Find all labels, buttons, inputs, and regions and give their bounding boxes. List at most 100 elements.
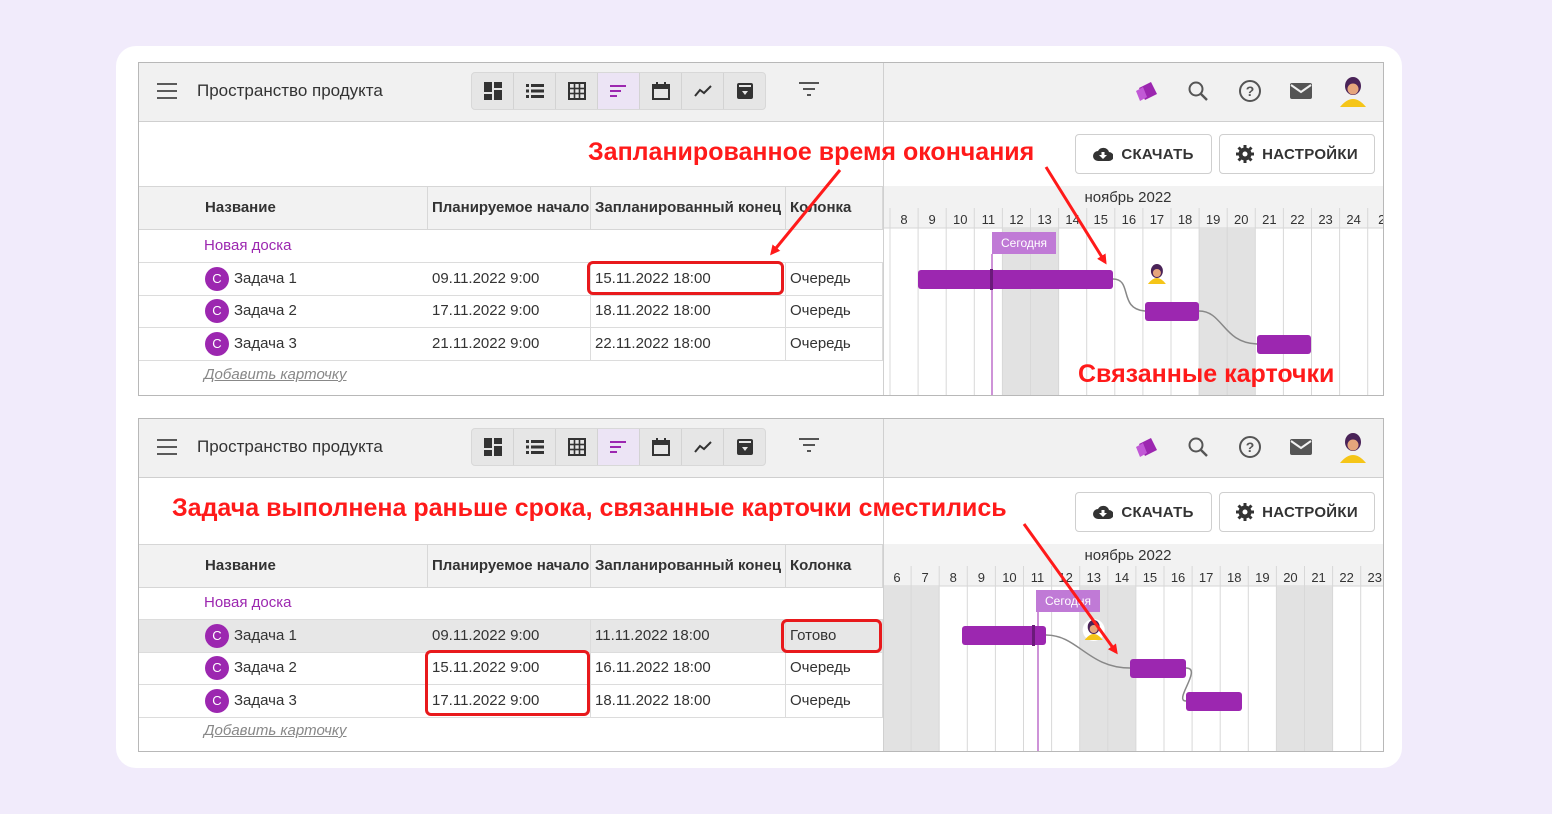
weekend-column [911,586,940,751]
assignee-avatar: С [205,299,229,323]
task-end[interactable]: 18.11.2022 18:00 [591,685,786,717]
task-column[interactable]: Очередь [786,295,883,327]
dashboard-view-icon[interactable] [472,429,514,465]
gantt-view-icon[interactable] [598,73,640,109]
day-tick-label: 20 [1283,570,1297,585]
day-tick-label: 14 [1115,570,1129,585]
group-label[interactable]: Новая доска [204,237,291,254]
assignee-avatar: С [205,267,229,291]
col-header-column[interactable]: Колонка [786,187,883,229]
day-tick-label: 18 [1227,570,1241,585]
task-name[interactable]: Задача 1 [234,620,297,652]
table-row[interactable]: С Задача 1 09.11.2022 9:00 11.11.2022 18… [139,619,883,653]
task-start[interactable]: 17.11.2022 9:00 [428,295,591,327]
gantt-chart: ноябрь 2022 8 9 10 11 12 13 14 15 16 17 18 19 20 21 22 2… [883,63,1383,395]
archive-view-icon[interactable] [724,73,765,109]
day-tick-label: 16 [1171,570,1185,585]
gantt-timeline: ноябрь 20228 9 10 11 12 13 14 15 16 17 18 19 20 21 22 2… [883,63,1383,395]
archive-view-icon[interactable] [724,429,765,465]
task-end[interactable]: 16.11.2022 18:00 [591,652,786,684]
month-label: ноябрь 2022 [1084,547,1171,564]
task-name[interactable]: Задача 3 [234,685,297,717]
filter-icon[interactable] [799,81,819,102]
day-tick-label: 11 [982,212,996,227]
task-name[interactable]: Задача 2 [234,652,297,684]
dashboard-view-icon[interactable] [472,73,514,109]
task-start[interactable]: 09.11.2022 9:00 [428,263,591,295]
task-end[interactable]: 18.11.2022 18:00 [591,295,786,327]
col-header-name[interactable]: Название [201,187,428,229]
callout-completed-early: Задача выполнена раньше срока, связанные… [172,494,1007,522]
task-column[interactable]: Очередь [786,685,883,717]
day-tick-label: 8 [900,212,907,227]
task-start[interactable]: 21.11.2022 9:00 [428,328,591,360]
task-end[interactable]: 11.11.2022 18:00 [591,620,786,652]
col-header-column[interactable]: Колонка [786,545,883,587]
table-header: Название Планируемое начало Запланирован… [139,186,883,230]
chart-view-icon[interactable] [682,73,724,109]
col-header-start[interactable]: Планируемое начало [428,545,591,587]
task-bar [1186,692,1242,711]
highlight-end-date [587,261,784,295]
col-header-end[interactable]: Запланированный конец [591,187,786,229]
day-tick-label: 19 [1255,570,1269,585]
day-tick-label: 12 [1058,570,1072,585]
col-header-name[interactable]: Название [201,545,428,587]
day-tick-label: 13 [1037,212,1051,227]
assignee-avatar: С [205,656,229,680]
day-tick-label: 22 [1339,570,1353,585]
col-header-end[interactable]: Запланированный конец [591,545,786,587]
add-card-link[interactable]: Добавить карточку [204,722,347,739]
task-name[interactable]: Задача 1 [234,263,297,295]
list-view-icon[interactable] [514,73,556,109]
day-tick-label: 23 [1368,570,1382,585]
list-view-icon[interactable] [514,429,556,465]
day-tick-label: 23 [1318,212,1332,227]
today-label: Сегодня [1001,236,1047,250]
day-tick-label: 15 [1143,570,1157,585]
day-tick-label: 15 [1094,212,1108,227]
workspace-title: Пространство продукта [197,437,383,456]
gantt-timeline: ноябрь 2022 6 7 8 9 10 11 12 13 14 15 16 17 18 19 20 21 2… [882,419,1383,751]
calendar-view-icon[interactable] [640,429,682,465]
menu-icon[interactable] [157,83,177,99]
day-tick-label: 9 [978,570,985,585]
task-column[interactable]: Очередь [786,263,883,295]
gantt-view-icon[interactable] [598,429,640,465]
day-tick-label: 22 [1290,212,1304,227]
task-column[interactable]: Очередь [786,652,883,684]
assignee-avatar: С [205,624,229,648]
highlight-shifted-starts [425,650,590,716]
day-tick-label: 19 [1206,212,1220,227]
day-tick-label: 10 [1002,570,1016,585]
table-header: Название Планируемое начало Запланирован… [139,544,883,588]
callout-linked-cards: Связанные карточки [1078,360,1335,388]
weekend-column [1304,586,1333,751]
task-column[interactable]: Очередь [786,328,883,360]
task-name[interactable]: Задача 3 [234,328,297,360]
add-card-link[interactable]: Добавить карточку [204,366,347,383]
table-view-icon[interactable] [556,73,598,109]
table-row[interactable]: С Задача 2 17.11.2022 9:00 18.11.2022 18… [139,295,883,328]
task-start[interactable]: 09.11.2022 9:00 [428,620,591,652]
weekend-column [1276,586,1305,751]
task-end[interactable]: 22.11.2022 18:00 [591,328,786,360]
table-view-icon[interactable] [556,429,598,465]
day-tick-label: 18 [1178,212,1192,227]
chart-view-icon[interactable] [682,429,724,465]
task-bar [1257,335,1311,354]
table-row[interactable]: С Задача 3 21.11.2022 9:00 22.11.2022 18… [139,328,883,361]
assignee-face [1089,625,1098,633]
col-header-start[interactable]: Планируемое начало [428,187,591,229]
day-tick-label: 14 [1065,212,1079,227]
today-label: Сегодня [1045,594,1091,608]
calendar-view-icon[interactable] [640,73,682,109]
filter-icon[interactable] [799,437,819,458]
task-name[interactable]: Задача 2 [234,295,297,327]
day-tick-label: 21 [1262,212,1276,227]
group-label[interactable]: Новая доска [204,594,291,611]
weekend-column [883,586,912,751]
progress-marker [990,269,993,290]
month-label: ноябрь 2022 [1084,189,1171,206]
menu-icon[interactable] [157,439,177,455]
